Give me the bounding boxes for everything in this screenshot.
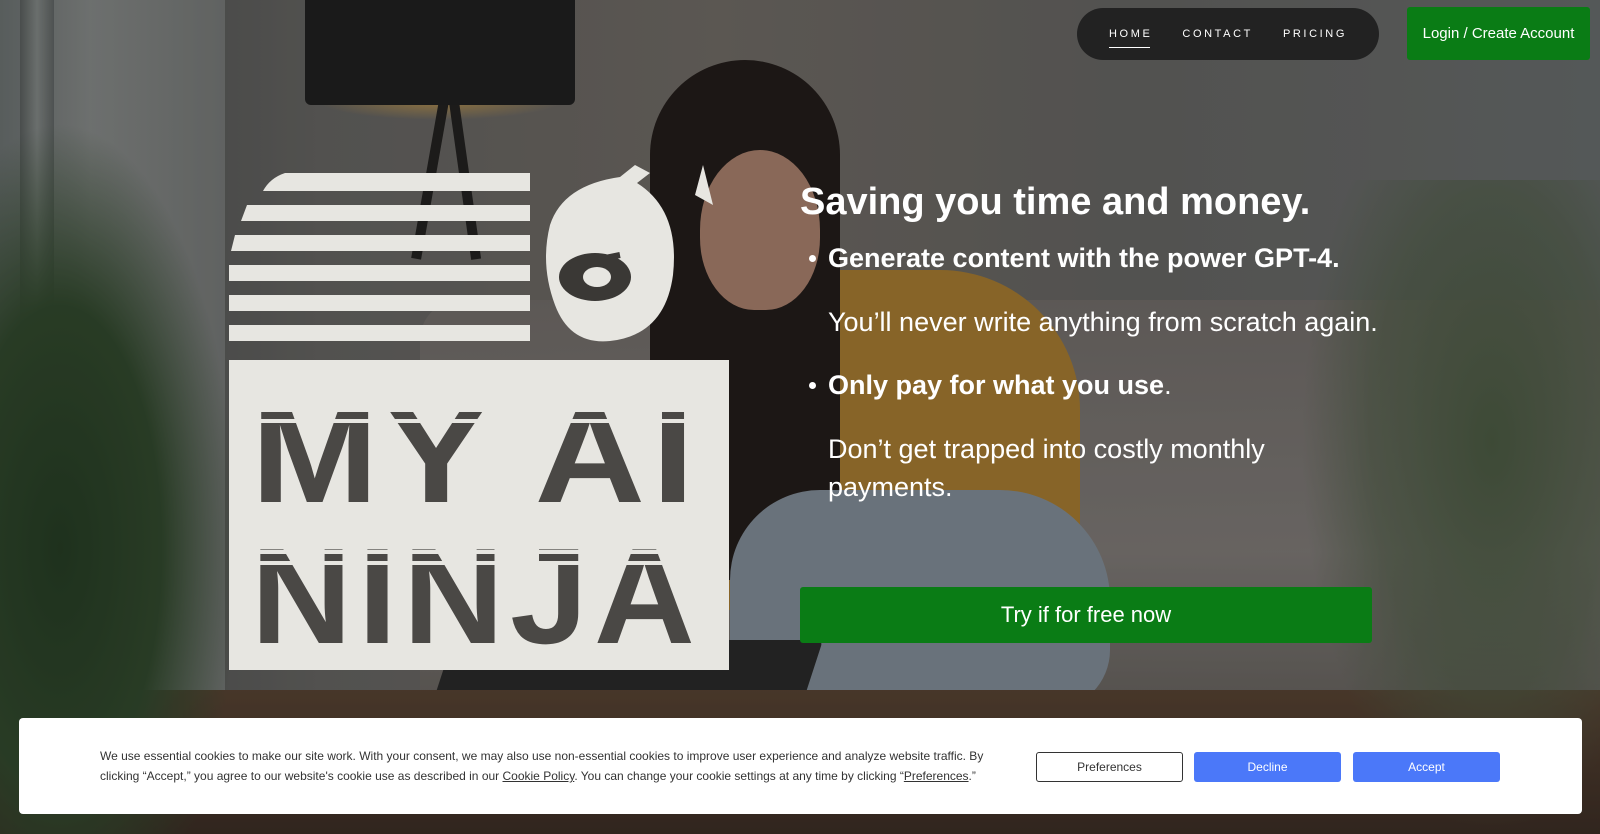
bullet-icon xyxy=(809,382,816,389)
bullet-icon xyxy=(809,255,816,262)
main-nav: HOME CONTACT PRICING xyxy=(1077,8,1379,60)
ninja-logo-icon: MY AI NINJA xyxy=(229,165,729,672)
feature-heading: Only pay for what you use. xyxy=(828,370,1172,400)
feature-item: Generate content with the power GPT-4. Y… xyxy=(800,238,1380,341)
feature-item: Only pay for what you use. Don’t get tra… xyxy=(800,365,1380,506)
feature-description: You’ll never write anything from scratch… xyxy=(828,307,1378,337)
logo-text-line1: MY AI xyxy=(251,379,701,531)
try-free-button[interactable]: Try if for free now xyxy=(800,587,1372,643)
nav-home-link[interactable]: HOME xyxy=(1109,24,1152,48)
preferences-link[interactable]: Preferences xyxy=(904,769,969,783)
feature-heading: Generate content with the power GPT-4. xyxy=(828,243,1340,273)
cookie-policy-link[interactable]: Cookie Policy xyxy=(503,769,575,783)
cookie-decline-button[interactable]: Decline xyxy=(1194,752,1341,782)
feature-list: Generate content with the power GPT-4. Y… xyxy=(800,238,1380,506)
cookie-banner: We use essential cookies to make our sit… xyxy=(19,718,1582,814)
login-create-account-button[interactable]: Login / Create Account xyxy=(1407,7,1590,60)
my-ai-ninja-logo: MY AI NINJA xyxy=(225,165,735,675)
hero-title: Saving you time and money. xyxy=(800,181,1311,223)
cookie-preferences-button[interactable]: Preferences xyxy=(1036,752,1183,782)
cookie-message: We use essential cookies to make our sit… xyxy=(100,749,984,783)
cookie-accept-button[interactable]: Accept xyxy=(1353,752,1500,782)
nav-contact-link[interactable]: CONTACT xyxy=(1182,24,1253,44)
hero-section: Saving you time and money. Generate cont… xyxy=(800,178,1380,530)
feature-description: Don’t get trapped into costly monthly pa… xyxy=(828,434,1265,502)
nav-pricing-link[interactable]: PRICING xyxy=(1283,24,1347,44)
